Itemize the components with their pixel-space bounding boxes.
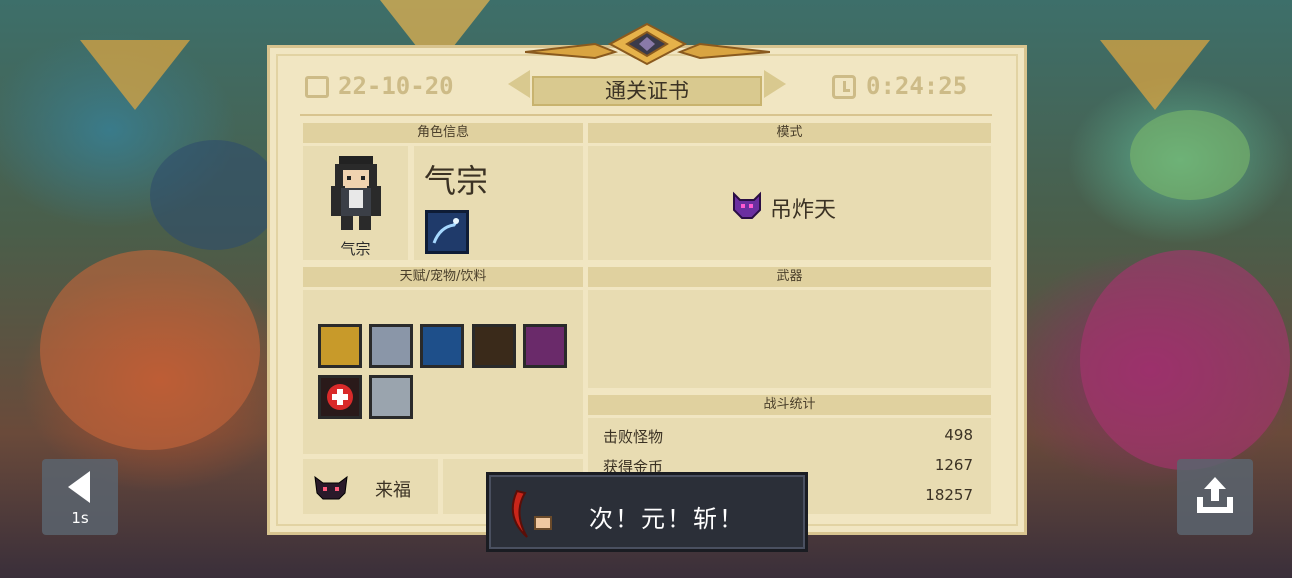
clear-time: 0:24:25 (866, 72, 968, 100)
silver-shield-talent-icon[interactable] (369, 324, 413, 368)
weapons-section-header: 武器 (588, 267, 991, 287)
blade-slash-icon (511, 489, 552, 538)
divider (300, 114, 992, 116)
heart-plus-talent-icon[interactable] (318, 375, 362, 419)
blurred-character (40, 250, 260, 450)
banner-flag (80, 40, 190, 110)
mode-box: 吊炸天 (588, 146, 991, 260)
broken-heart-talent-icon[interactable] (420, 324, 464, 368)
character-detail-box: 气宗 (414, 146, 583, 260)
blurred-plant (1130, 110, 1250, 200)
certificate-title: 通关证书 (532, 76, 762, 106)
document-talent-icon[interactable] (369, 375, 413, 419)
magic-scroll-talent-icon[interactable] (523, 324, 567, 368)
back-arrow-icon (68, 471, 90, 503)
share-icon (1197, 477, 1233, 513)
pet-name: 来福 (375, 480, 411, 501)
blurred-character (150, 140, 280, 250)
clear-date: 22-10-20 (338, 72, 454, 100)
mode-name: 吊炸天 (770, 198, 837, 223)
clock-icon (832, 75, 856, 99)
arm-icon (432, 218, 460, 244)
ribbon-left (508, 70, 530, 98)
crest-ornament-icon (525, 22, 770, 66)
mode-section-header: 模式 (588, 123, 991, 143)
achievement-toast: 次！元！斩！ (486, 472, 808, 552)
character-name: 气宗 (424, 162, 489, 200)
calendar-icon (305, 76, 329, 98)
stat-value: 498 (944, 426, 973, 444)
blurred-character (1080, 250, 1290, 470)
locked-chest-talent-icon[interactable] (472, 324, 516, 368)
character-portrait-box: 气宗 (303, 146, 408, 260)
ribbon-right (764, 70, 786, 98)
character-portrait-icon (331, 156, 381, 230)
pet-box: 来福 (303, 459, 438, 514)
heart-icon (327, 384, 353, 410)
banner-flag (1100, 40, 1210, 110)
back-timer: 1s (71, 509, 89, 527)
weapons-box (588, 290, 991, 388)
stat-label: 击败怪物 (603, 428, 664, 446)
pet-icon (314, 475, 348, 500)
character-section-header: 角色信息 (303, 123, 583, 143)
stat-value: 18257 (925, 486, 973, 504)
portrait-label: 气宗 (340, 240, 371, 258)
stat-value: 1267 (934, 456, 973, 474)
stats-section-header: 战斗统计 (588, 395, 991, 415)
golden-shield-talent-icon[interactable] (318, 324, 362, 368)
back-button[interactable]: 1s (42, 459, 118, 535)
demon-mode-icon (733, 191, 761, 219)
skill-icon[interactable] (425, 210, 469, 254)
talents-box (303, 290, 583, 454)
talents-section-header: 天赋/宠物/饮料 (303, 267, 583, 287)
share-button[interactable] (1177, 459, 1253, 535)
toast-text: 次！元！斩！ (589, 505, 745, 533)
stat-row: 击败怪物 498 (603, 426, 973, 447)
